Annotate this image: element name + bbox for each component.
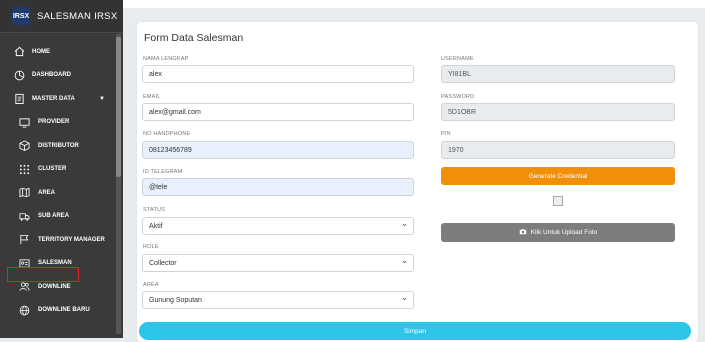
- sidebar-item-cluster[interactable]: CLUSTER: [0, 158, 123, 182]
- sidebar-item-sub-area[interactable]: SUB AREA: [0, 205, 123, 229]
- username-value: YI81BL: [448, 70, 471, 78]
- username-input[interactable]: YI81BL: [441, 65, 675, 83]
- sidebar-item-label: TERRITORY MANAGER: [38, 236, 105, 243]
- username-label: USERNAME: [441, 56, 474, 62]
- role-select[interactable]: Collector: [142, 254, 414, 272]
- password-value: 5D1OBR: [448, 108, 477, 116]
- no-handphone-value: 08123456789: [149, 146, 192, 154]
- sidebar-item-label: DISTRIBUTOR: [38, 142, 79, 149]
- globe-icon: [17, 303, 31, 317]
- role-value: Collector: [149, 259, 177, 267]
- truck-icon: [17, 209, 31, 223]
- id-telegram-value: @tele: [149, 183, 168, 191]
- sidebar-item-territory-manager[interactable]: TERRITORY MANAGER: [0, 228, 123, 252]
- nama-lengkap-input[interactable]: alex: [142, 65, 414, 83]
- sidebar-item-dashboard[interactable]: DASHBOARD: [0, 64, 123, 88]
- upload-photo-button[interactable]: Klik Untuk Upload Foto: [441, 223, 675, 242]
- sidebar-item-label: DOWNLINE BARU: [38, 307, 90, 314]
- logo: IRSX: [12, 7, 30, 25]
- pin-label: PIN: [441, 131, 451, 137]
- email-value: alex@gmail.com: [149, 108, 201, 116]
- sidebar-scrollbar-thumb[interactable]: [116, 37, 121, 177]
- nama-lengkap-value: alex: [149, 70, 162, 78]
- sidebar-item-label: SALESMAN: [38, 260, 72, 267]
- chevron-down-icon: ▼: [99, 95, 105, 102]
- pin-input[interactable]: 1970: [441, 141, 675, 159]
- upload-photo-label: Klik Untuk Upload Foto: [530, 229, 598, 236]
- area-select[interactable]: Gunung Soputan: [142, 291, 414, 309]
- id-telegram-label: ID TELEGRAM: [143, 169, 183, 175]
- status-label: STATUS: [143, 207, 166, 213]
- status-value: Aktif: [149, 222, 163, 230]
- sidebar-item-distributor[interactable]: DISTRIBUTOR: [0, 134, 123, 158]
- sidebar-item-label: DOWNLINE: [38, 283, 71, 290]
- pin-value: 1970: [448, 146, 464, 154]
- monitor-icon: [17, 115, 31, 129]
- sidebar-item-home[interactable]: HOME: [0, 40, 123, 64]
- sidebar: IRSX SALESMAN IRSX HOME DASHBOARD MASTER…: [0, 0, 123, 338]
- email-input[interactable]: alex@gmail.com: [142, 103, 414, 121]
- grid-dots-icon: [17, 162, 31, 176]
- top-bar: [123, 0, 705, 8]
- sidebar-item-label: PROVIDER: [38, 119, 70, 126]
- dashboard-icon: [12, 68, 26, 82]
- sidebar-item-area[interactable]: AREA: [0, 181, 123, 205]
- status-select[interactable]: Aktif: [142, 217, 414, 235]
- sidebar-item-provider[interactable]: PROVIDER: [0, 111, 123, 135]
- form-title: Form Data Salesman: [144, 32, 244, 44]
- sidebar-item-downline-baru[interactable]: DOWNLINE BARU: [0, 299, 123, 323]
- brand[interactable]: IRSX SALESMAN IRSX: [0, 0, 123, 33]
- area-label: AREA: [143, 282, 159, 288]
- no-handphone-input[interactable]: 08123456789: [142, 141, 414, 159]
- photo-preview-image: [553, 196, 563, 206]
- sidebar-item-master-data[interactable]: MASTER DATA ▼: [0, 87, 123, 111]
- password-input[interactable]: 5D1OBR: [441, 103, 675, 121]
- form-card: Form Data Salesman NAMA LENGKAP alex EMA…: [137, 22, 698, 342]
- map-icon: [17, 186, 31, 200]
- box-icon: [17, 139, 31, 153]
- email-label: EMAIL: [143, 94, 161, 100]
- id-telegram-input[interactable]: @tele: [142, 178, 414, 196]
- simpan-button[interactable]: Simpan: [139, 322, 691, 340]
- clipboard-icon: [12, 92, 26, 106]
- sidebar-item-label: CLUSTER: [38, 166, 67, 173]
- sidebar-item-label: MASTER DATA: [32, 95, 75, 102]
- nama-lengkap-label: NAMA LENGKAP: [143, 56, 189, 62]
- active-item-highlight: [7, 267, 79, 282]
- camera-icon: [519, 228, 527, 237]
- sidebar-item-label: HOME: [32, 48, 50, 55]
- password-label: PASSWORD: [441, 94, 475, 100]
- area-value: Gunung Soputan: [149, 296, 202, 304]
- no-handphone-label: NO HANDPHONE: [143, 131, 191, 137]
- sidebar-item-label: SUB AREA: [38, 213, 70, 220]
- sidebar-item-label: DASHBOARD: [32, 72, 71, 79]
- generate-credential-button[interactable]: Generate Credential: [441, 167, 675, 185]
- flag-icon: [17, 233, 31, 247]
- brand-title: SALESMAN IRSX: [37, 10, 118, 22]
- role-label: ROLE: [143, 244, 159, 250]
- home-icon: [12, 45, 26, 59]
- sidebar-item-label: AREA: [38, 189, 56, 196]
